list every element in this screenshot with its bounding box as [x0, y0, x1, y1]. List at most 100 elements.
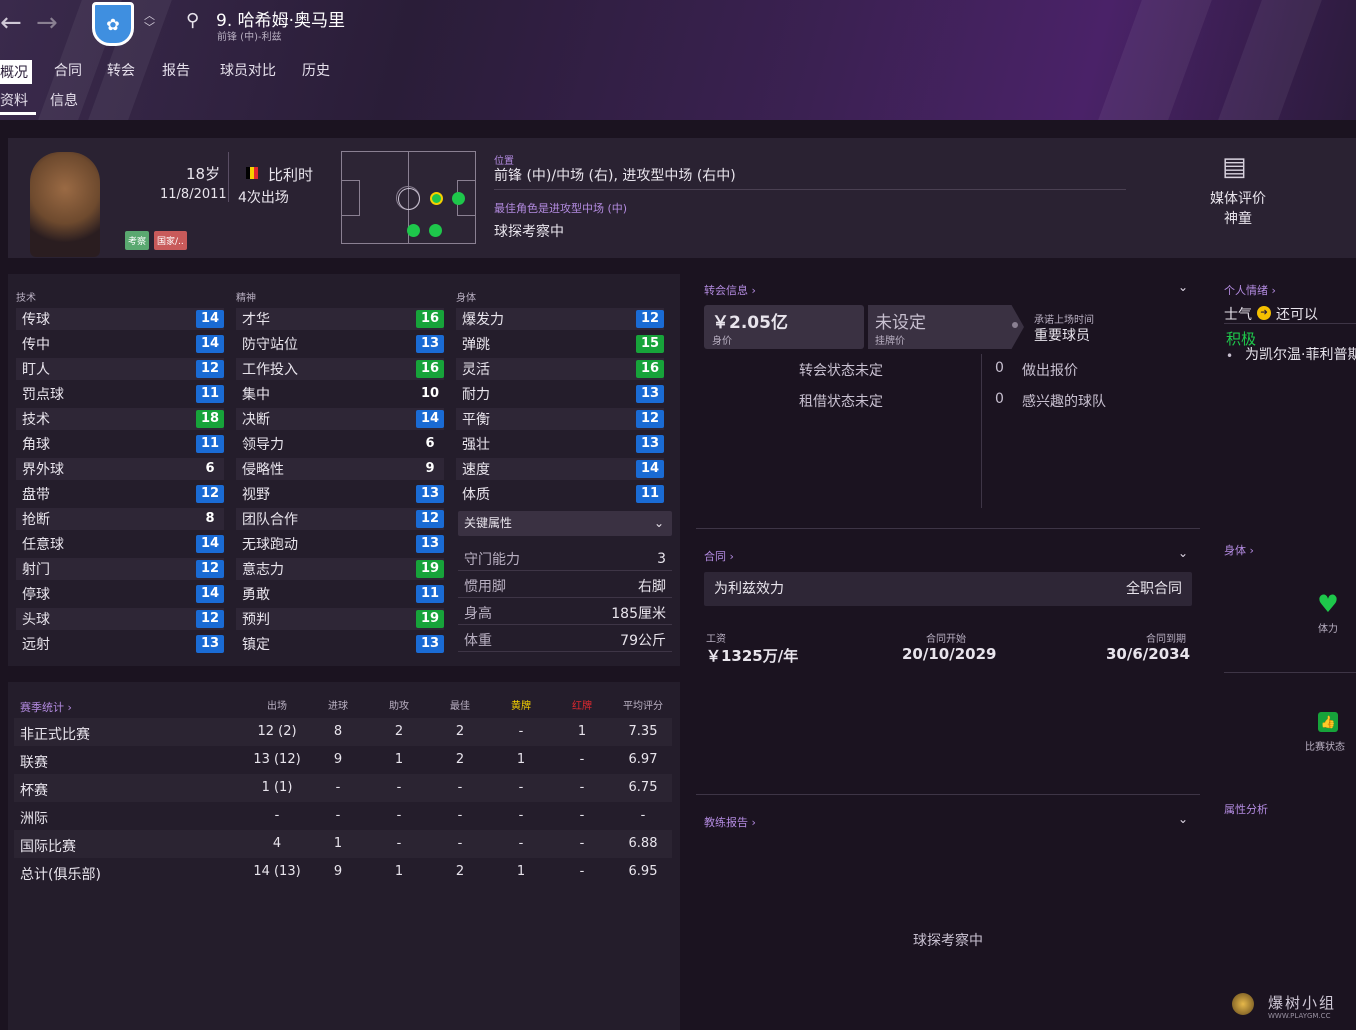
stats-column-header[interactable]: 进球	[313, 697, 363, 712]
position-value: 前锋 (中)/中场 (右), 进攻型中场 (右中)	[494, 168, 736, 184]
stats-row[interactable]: 国际比赛 4 1 - - - - 6.88	[14, 830, 672, 858]
attribute-row[interactable]: 任意球 14	[16, 533, 224, 555]
subtab-profile[interactable]: 资料	[0, 90, 28, 110]
stats-row[interactable]: 非正式比赛 12 (2) 8 2 2 - 1 7.35	[14, 718, 672, 746]
stats-column-header[interactable]: 最佳	[435, 697, 485, 712]
player-subtitle: 前锋 (中)-利兹	[217, 32, 282, 43]
attribute-row[interactable]: 决断 14	[236, 408, 444, 430]
attribute-row[interactable]: 界外球 6	[16, 458, 224, 480]
attribute-row[interactable]: 传中 14	[16, 333, 224, 355]
attribute-row[interactable]: 意志力 19	[236, 558, 444, 580]
attribute-row[interactable]: 盘带 12	[16, 483, 224, 505]
attribute-row[interactable]: 预判 19	[236, 608, 444, 630]
attribute-row[interactable]: 抢断 8	[16, 508, 224, 530]
stats-row[interactable]: 总计(俱乐部) 14 (13) 9 1 2 1 - 6.95	[14, 858, 672, 886]
attribute-value: 14	[196, 310, 224, 328]
stats-column-header[interactable]: 出场	[252, 697, 302, 712]
attribute-row[interactable]: 勇敢 11	[236, 583, 444, 605]
stats-row[interactable]: 洲际 - - - - - - -	[14, 802, 672, 830]
forward-arrow-icon[interactable]: →	[36, 8, 58, 38]
tab-report[interactable]: 报告	[162, 60, 190, 80]
coach-report-title[interactable]: 教练报告 ›	[704, 814, 756, 830]
value-box: ￥2.05亿 身价	[704, 305, 864, 349]
stats-row[interactable]: 杯赛 1 (1) - - - - - 6.75	[14, 774, 672, 802]
back-arrow-icon[interactable]: ←	[0, 8, 22, 38]
attribute-row[interactable]: 盯人 12	[16, 358, 224, 380]
attribute-row[interactable]: 体质 11	[456, 483, 664, 505]
attribute-analysis-title[interactable]: 属性分析	[1224, 801, 1268, 817]
attribute-value: 13	[416, 335, 444, 353]
tab-history[interactable]: 历史	[302, 60, 330, 80]
transfer-info-title[interactable]: 转会信息 ›	[704, 282, 756, 298]
attribute-row[interactable]: 速度 14	[456, 458, 664, 480]
up-down-chevron-icon[interactable]: ︿ ﹀	[144, 10, 155, 34]
offers-label[interactable]: 做出报价	[1022, 360, 1078, 380]
contract-title[interactable]: 合同 ›	[704, 548, 734, 564]
attribute-row[interactable]: 集中 10	[236, 383, 444, 405]
stats-cell: 9	[333, 864, 343, 879]
tab-transfer[interactable]: 转会	[107, 60, 135, 80]
attribute-row[interactable]: 传球 14	[16, 308, 224, 330]
form-label: 比赛状态	[1305, 742, 1345, 753]
physical-title[interactable]: 身体 ›	[1224, 542, 1254, 558]
stats-cell: -	[396, 808, 402, 823]
attribute-row[interactable]: 无球跑动 13	[236, 533, 444, 555]
subtab-info[interactable]: 信息	[50, 90, 78, 110]
stats-column-header[interactable]: 助攻	[374, 697, 424, 712]
tab-contract[interactable]: 合同	[54, 60, 82, 80]
attribute-row[interactable]: 罚点球 11	[16, 383, 224, 405]
interest-label[interactable]: 感兴趣的球队	[1022, 391, 1106, 411]
tab-compare[interactable]: 球员对比	[220, 60, 276, 80]
attribute-row[interactable]: 角球 11	[16, 433, 224, 455]
chevron-down-icon[interactable]: ⌄	[1178, 280, 1188, 294]
divider	[981, 354, 982, 508]
national-tag[interactable]: 国家/..	[154, 231, 187, 250]
attribute-row[interactable]: 强壮 13	[456, 433, 664, 455]
attribute-row[interactable]: 爆发力 12	[456, 308, 664, 330]
tab-overview[interactable]: 概况	[0, 60, 32, 84]
season-stats-title[interactable]: 赛季统计 ›	[20, 699, 72, 715]
personal-mood-title[interactable]: 个人情绪 ›	[1224, 282, 1276, 298]
stats-column-header[interactable]: 黄牌	[496, 697, 546, 712]
attribute-value: 12	[196, 360, 224, 378]
attribute-row[interactable]: 才华 16	[236, 308, 444, 330]
media-value: 神童	[1224, 211, 1252, 227]
attribute-row[interactable]: 弹跳 15	[456, 333, 664, 355]
attribute-row[interactable]: 领导力 6	[236, 433, 444, 455]
stats-row[interactable]: 联赛 13 (12) 9 1 2 1 - 6.97	[14, 746, 672, 774]
attribute-row[interactable]: 镇定 13	[236, 633, 444, 655]
attribute-row[interactable]: 技术 18	[16, 408, 224, 430]
chevron-down-icon[interactable]: ⌄	[1178, 812, 1188, 826]
key-attribute-value: 79公斤	[620, 633, 666, 649]
key-attributes-dropdown[interactable]: 关键属性 ⌄	[458, 511, 672, 536]
attribute-row[interactable]: 头球 12	[16, 608, 224, 630]
position-dot	[407, 224, 420, 237]
search-icon[interactable]: ⚲	[186, 10, 199, 31]
attribute-name: 停球	[22, 587, 50, 603]
attribute-row[interactable]: 团队合作 12	[236, 508, 444, 530]
attribute-row[interactable]: 防守站位 13	[236, 333, 444, 355]
chevron-down-icon[interactable]: ⌄	[1178, 546, 1188, 560]
attribute-row[interactable]: 射门 12	[16, 558, 224, 580]
attribute-row[interactable]: 远射 13	[16, 633, 224, 655]
stats-cell: -	[640, 808, 646, 823]
best-role[interactable]: 最佳角色是进攻型中场 (中)	[494, 200, 627, 216]
attribute-row[interactable]: 灵活 16	[456, 358, 664, 380]
stats-column-header[interactable]: 平均评分	[618, 697, 668, 712]
attribute-row[interactable]: 耐力 13	[456, 383, 664, 405]
attribute-row[interactable]: 侵略性 9	[236, 458, 444, 480]
attribute-value: 11	[196, 385, 224, 403]
media-rating[interactable]: 媒体评价 神童	[1210, 189, 1266, 229]
scout-tag[interactable]: 考察	[125, 231, 150, 250]
attribute-row[interactable]: 平衡 12	[456, 408, 664, 430]
key-attribute-value: 185厘米	[611, 606, 666, 622]
attribute-row[interactable]: 视野 13	[236, 483, 444, 505]
stats-column-header[interactable]: 红牌	[557, 697, 607, 712]
nationality[interactable]: 比利时	[268, 164, 313, 185]
club-badge-icon[interactable]: ✿	[92, 2, 134, 46]
attribute-value: 13	[416, 485, 444, 503]
attribute-row[interactable]: 停球 14	[16, 583, 224, 605]
stats-cell: 6.75	[628, 780, 658, 795]
asking-price-box[interactable]: 未设定 挂牌价	[868, 305, 1024, 349]
attribute-row[interactable]: 工作投入 16	[236, 358, 444, 380]
